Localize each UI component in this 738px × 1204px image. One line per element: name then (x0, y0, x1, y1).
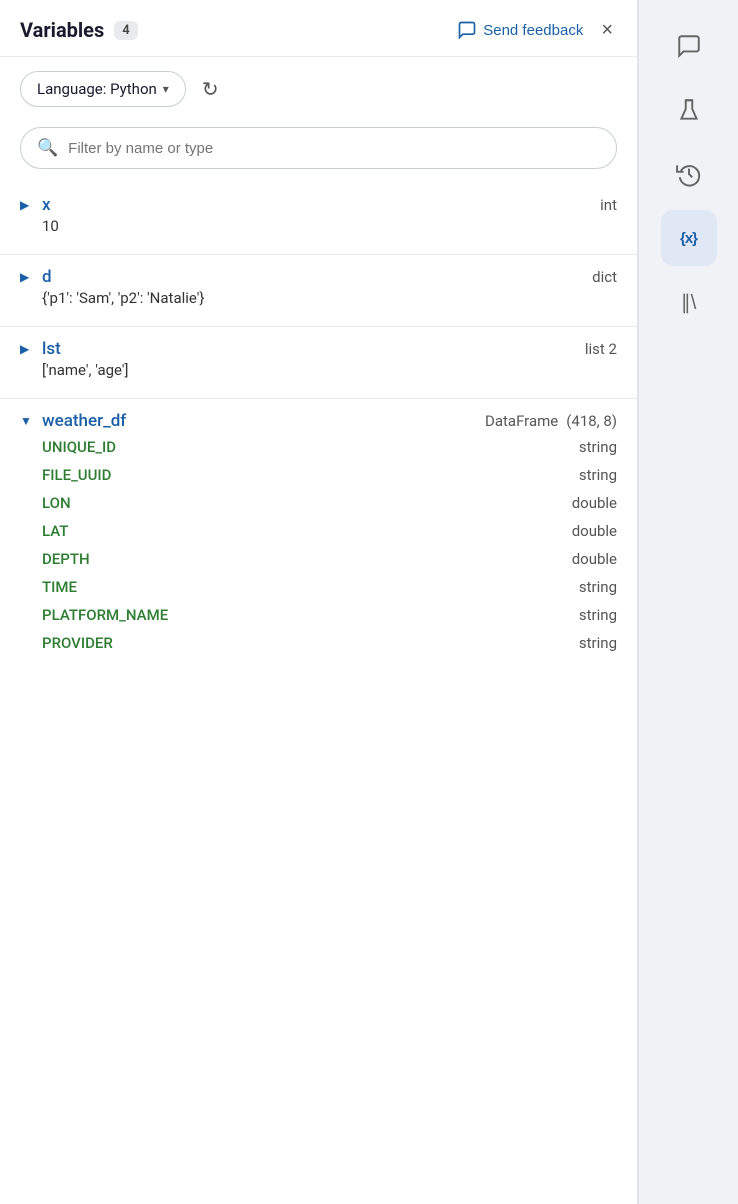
variable-type: dict (592, 268, 617, 286)
field-name: PLATFORM_NAME (42, 606, 579, 624)
list-item: UNIQUE_ID string (20, 433, 617, 461)
sidebar: {x} ∥\ (638, 0, 738, 1204)
field-type: double (572, 494, 617, 512)
field-type: double (572, 550, 617, 568)
expand-icon[interactable]: ▼ (20, 414, 34, 428)
dataframe-fields: UNIQUE_ID string FILE_UUID string LON do… (0, 433, 637, 657)
field-name: PROVIDER (42, 634, 579, 652)
refresh-button[interactable]: ↻ (198, 73, 223, 106)
beaker-sidebar-button[interactable] (661, 82, 717, 138)
variable-count-badge: 4 (114, 21, 137, 40)
variable-x-header: ▶ x int (20, 195, 617, 215)
variables-list: ▶ x int 10 ▶ d dict {'p1': 'Sam', 'p2': … (0, 177, 637, 1204)
field-name: TIME (42, 578, 579, 596)
variable-type: DataFrame (485, 412, 558, 430)
variable-value: 10 (20, 217, 617, 235)
panel-header: Variables 4 Send feedback × (0, 0, 637, 57)
divider (0, 254, 637, 255)
divider (0, 326, 637, 327)
search-icon: 🔍 (37, 138, 58, 158)
history-icon (676, 161, 702, 187)
field-type: string (579, 578, 617, 596)
chat-sidebar-button[interactable] (661, 18, 717, 74)
field-type: string (579, 606, 617, 624)
expand-icon[interactable]: ▶ (20, 342, 34, 356)
field-name: DEPTH (42, 550, 572, 568)
language-label: Language: Python (37, 80, 157, 98)
columns-sidebar-button[interactable]: ∥\ (661, 274, 717, 330)
field-type: string (579, 634, 617, 652)
field-name: UNIQUE_ID (42, 438, 579, 456)
list-item: ▶ x int 10 (0, 187, 637, 250)
variable-name: d (42, 267, 592, 287)
list-item: TIME string (20, 573, 617, 601)
variable-shape: (418, 8) (566, 412, 617, 430)
variable-name: x (42, 195, 600, 215)
field-type: double (572, 522, 617, 540)
variable-value: {'p1': 'Sam', 'p2': 'Natalie'} (20, 289, 617, 307)
list-item: FILE_UUID string (20, 461, 617, 489)
field-type: string (579, 466, 617, 484)
expand-icon[interactable]: ▶ (20, 270, 34, 284)
field-name: LAT (42, 522, 572, 540)
close-button[interactable]: × (597, 18, 617, 42)
list-item: LON double (20, 489, 617, 517)
list-item: PROVIDER string (20, 629, 617, 657)
list-item: PLATFORM_NAME string (20, 601, 617, 629)
list-item: LAT double (20, 517, 617, 545)
chevron-down-icon: ▾ (163, 82, 169, 96)
beaker-icon (676, 97, 702, 123)
send-feedback-button[interactable]: Send feedback (457, 20, 583, 40)
language-selector[interactable]: Language: Python ▾ (20, 71, 186, 107)
field-type: string (579, 438, 617, 456)
variable-d-header: ▶ d dict (20, 267, 617, 287)
variables-icon: {x} (680, 230, 697, 247)
divider (0, 398, 637, 399)
variable-lst-header: ▶ lst list 2 (20, 339, 617, 359)
variable-type: int (600, 196, 617, 214)
variable-type: list 2 (585, 340, 617, 358)
field-name: FILE_UUID (42, 466, 579, 484)
field-name: LON (42, 494, 572, 512)
chat-icon (676, 33, 702, 59)
list-item: ▶ d dict {'p1': 'Sam', 'p2': 'Natalie'} (0, 259, 637, 322)
panel-title: Variables (20, 18, 104, 42)
variables-sidebar-button[interactable]: {x} (661, 210, 717, 266)
filter-input[interactable] (68, 140, 600, 157)
filter-bar: 🔍 (20, 127, 617, 169)
variables-panel: Variables 4 Send feedback × Language: Py… (0, 0, 638, 1204)
expand-icon[interactable]: ▶ (20, 198, 34, 212)
variable-name: weather_df (42, 411, 126, 431)
list-item: DEPTH double (20, 545, 617, 573)
history-sidebar-button[interactable] (661, 146, 717, 202)
variable-weather-df-header: ▼ weather_df DataFrame (418, 8) (0, 403, 637, 433)
list-item: ▶ lst list 2 ['name', 'age'] (0, 331, 637, 394)
variable-name: lst (42, 339, 585, 359)
feedback-icon (457, 20, 477, 40)
toolbar: Language: Python ▾ ↻ (0, 57, 637, 117)
variable-value: ['name', 'age'] (20, 361, 617, 379)
columns-icon: ∥\ (681, 290, 697, 315)
